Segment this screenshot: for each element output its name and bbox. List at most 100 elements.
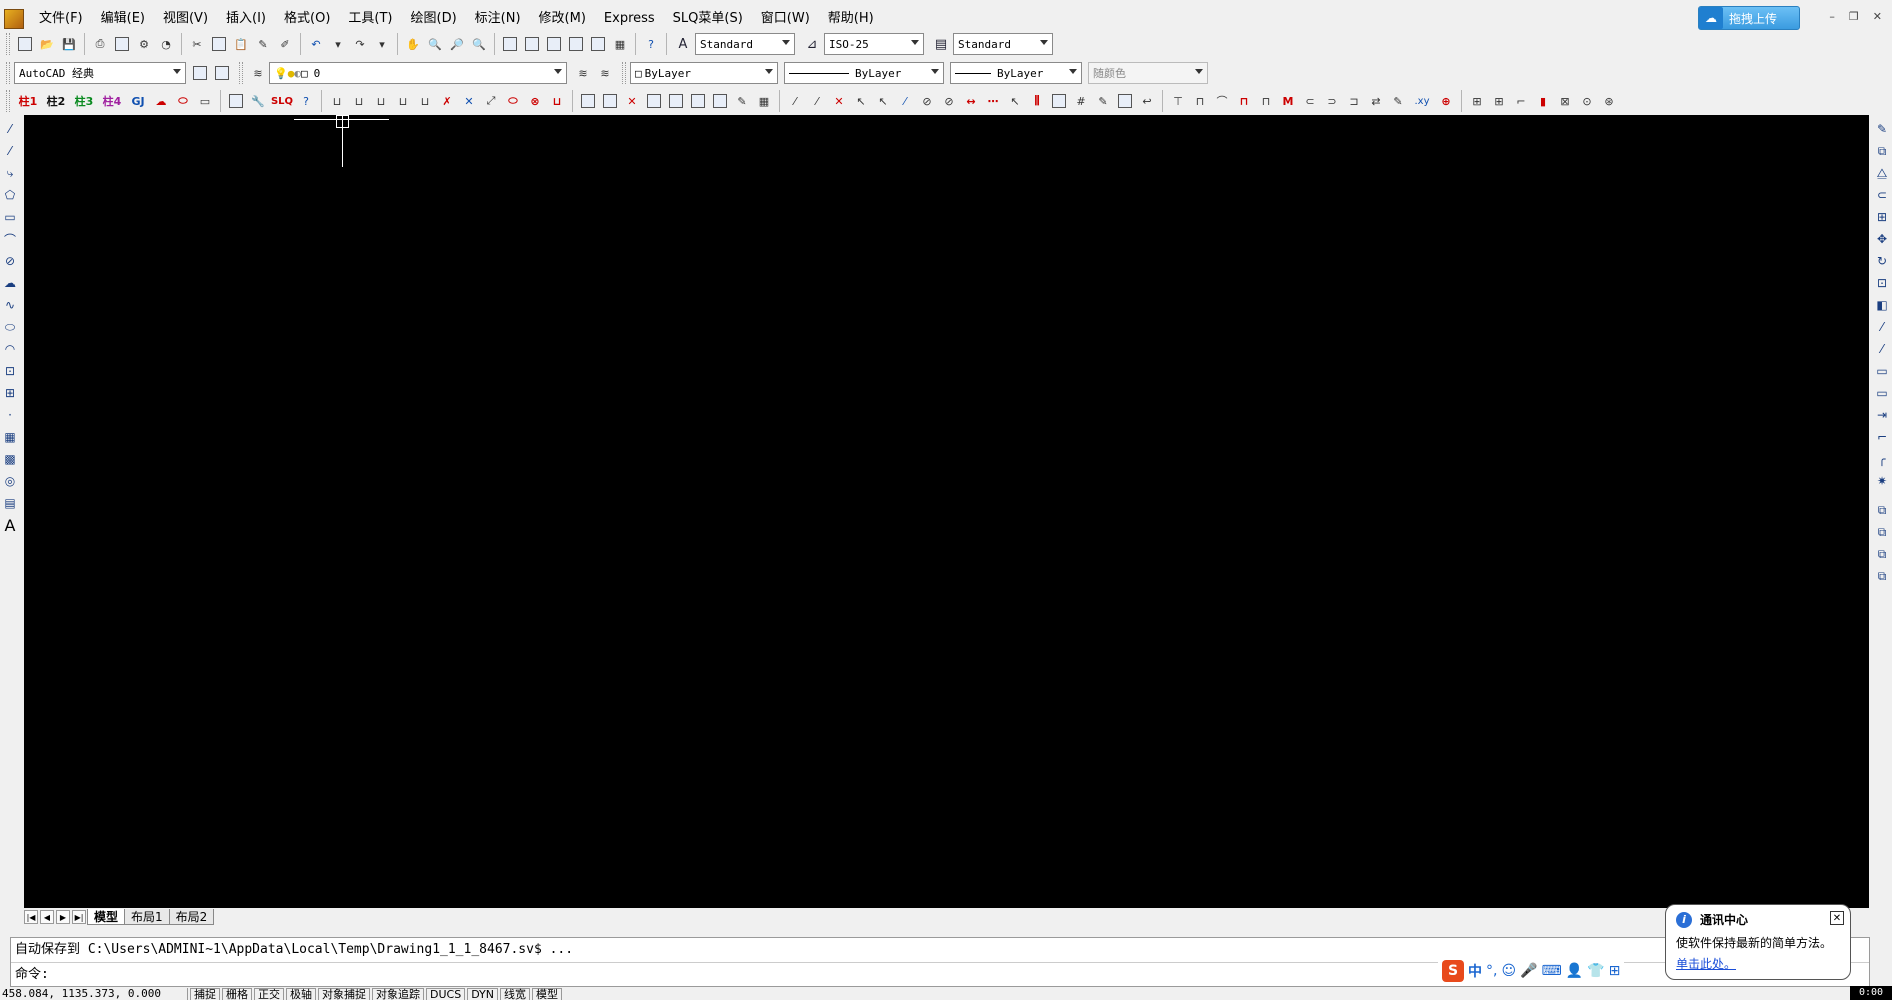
slab-tool-8-icon[interactable]: ✎ [732, 91, 752, 111]
circle-tool-2-icon[interactable]: ⊘ [939, 91, 959, 111]
polygon-icon[interactable]: ⬠ [1, 185, 19, 205]
column4-button[interactable]: 柱4 [99, 91, 125, 111]
section-tool-9-icon[interactable]: ⊐ [1344, 91, 1364, 111]
beam-tool-4-icon[interactable]: ⊔ [393, 91, 413, 111]
ellipse-arc-icon[interactable]: ◠ [1, 339, 19, 359]
lineweight-select[interactable]: ByLayer [950, 62, 1082, 84]
line-tool-3-icon[interactable]: ✕ [829, 91, 849, 111]
slab-tool-7-icon[interactable] [710, 91, 730, 111]
3d-dwf-icon[interactable]: ◔ [156, 34, 176, 54]
rect-tool-icon[interactable] [1049, 91, 1069, 111]
line-icon[interactable]: ⁄ [1, 119, 19, 139]
move-icon[interactable]: ✥ [1873, 229, 1891, 249]
zoom-window-icon[interactable]: 🔎 [447, 34, 467, 54]
save-icon[interactable]: 💾 [59, 34, 79, 54]
help-icon[interactable]: ? [641, 34, 661, 54]
extra-tool-3-icon[interactable]: ⌐ [1511, 91, 1531, 111]
publish-icon[interactable]: ⚙ [134, 34, 154, 54]
sogou-logo-icon[interactable]: S [1442, 960, 1464, 982]
grid-toggle[interactable]: 栅格 [222, 988, 252, 1000]
beam-tool-11-icon[interactable]: ⊔ [547, 91, 567, 111]
extra-tool-1-icon[interactable]: ⊞ [1467, 91, 1487, 111]
array-icon[interactable]: ⊞ [1873, 207, 1891, 227]
toolbar-grip[interactable] [6, 33, 10, 55]
zoom-realtime-icon[interactable]: 🔍 [425, 34, 445, 54]
line-tool-2-icon[interactable]: ⁄ [807, 91, 827, 111]
keyboard-icon[interactable]: ⌨ [1542, 963, 1562, 979]
new-icon[interactable] [15, 34, 35, 54]
ortho-toggle[interactable]: 正交 [254, 988, 284, 1000]
table-icon[interactable]: ▤ [1, 493, 19, 513]
text-style-select[interactable]: Standard [695, 33, 795, 55]
layer-select[interactable]: 💡 ● ◐ □ 0 [269, 62, 567, 84]
zoom-previous-icon[interactable]: 🔍 [469, 34, 489, 54]
gj-button[interactable]: GJ [127, 91, 149, 111]
circle-icon[interactable]: ⊘ [1, 251, 19, 271]
wrench-icon[interactable]: 🔧 [248, 91, 268, 111]
layer-manager-icon[interactable]: ≋ [248, 63, 268, 83]
lineweight-toggle[interactable]: 线宽 [500, 988, 531, 1000]
brush-tool-icon[interactable]: ✎ [1093, 91, 1113, 111]
design-center-icon[interactable] [522, 34, 542, 54]
beam-tool-10-icon[interactable]: ⊗ [525, 91, 545, 111]
copy-icon[interactable] [209, 34, 229, 54]
emoji-icon[interactable]: ☺ [1501, 963, 1516, 979]
line-tool-4-icon[interactable]: ⁄ [895, 91, 915, 111]
section-tool-10-icon[interactable]: ⇄ [1366, 91, 1386, 111]
workspace-select[interactable]: AutoCAD 经典 [14, 62, 186, 84]
hatch-tool-icon[interactable]: # [1071, 91, 1091, 111]
table-style-select[interactable]: Standard [953, 33, 1053, 55]
beam-tool-5-icon[interactable]: ⊔ [415, 91, 435, 111]
xy-tool-icon[interactable]: .xy [1410, 91, 1434, 111]
rotate-icon[interactable]: ↻ [1873, 251, 1891, 271]
markup-icon[interactable] [588, 34, 608, 54]
join-icon[interactable]: ⇥ [1873, 405, 1891, 425]
target-tool-icon[interactable]: ⊕ [1436, 91, 1456, 111]
color-select[interactable]: □ ByLayer [630, 62, 778, 84]
punctuation-icon[interactable]: °, [1486, 963, 1497, 979]
extra-tool-7-icon[interactable]: ⊛ [1599, 91, 1619, 111]
tab-layout1[interactable]: 布局1 [124, 909, 170, 925]
break-at-point-icon[interactable]: ▭ [1873, 361, 1891, 381]
slq-button[interactable]: SLQ [270, 91, 294, 111]
slab-tool-4-icon[interactable] [644, 91, 664, 111]
toolbar-grip[interactable] [622, 62, 626, 84]
column2-button[interactable]: 柱2 [43, 91, 69, 111]
slab-tool-6-icon[interactable] [688, 91, 708, 111]
text-box-tool-icon[interactable] [1115, 91, 1135, 111]
redo-icon[interactable]: ↷ [350, 34, 370, 54]
beam-tool-9-icon[interactable]: ⬭ [503, 91, 523, 111]
arrow-tool-icon[interactable]: ↩ [1137, 91, 1157, 111]
extra-tool-2-icon[interactable]: ⊞ [1489, 91, 1509, 111]
draw-order-3-icon[interactable]: ⧉ [1873, 544, 1891, 564]
trim-icon[interactable]: ⁄ [1873, 317, 1891, 337]
beam-tool-1-icon[interactable]: ⊔ [327, 91, 347, 111]
toolbar-grip[interactable] [239, 62, 243, 84]
grid-tool-icon[interactable] [226, 91, 246, 111]
draw-order-4-icon[interactable]: ⧉ [1873, 566, 1891, 586]
drag-upload-button[interactable]: ☁ 拖拽上传 [1698, 6, 1800, 30]
next-tab-icon[interactable]: ▶ [56, 910, 70, 924]
section-tool-6-icon[interactable]: M [1278, 91, 1298, 111]
user-icon[interactable]: 👤 [1566, 963, 1583, 979]
mirror-icon[interactable]: ⧋ [1873, 163, 1891, 183]
beam-tool-2-icon[interactable]: ⊔ [349, 91, 369, 111]
construction-line-icon[interactable]: ⁄ [1, 141, 19, 161]
toolbox-icon[interactable]: ⊞ [1609, 963, 1621, 979]
section-tool-8-icon[interactable]: ⊃ [1322, 91, 1342, 111]
column1-button[interactable]: 柱1 [15, 91, 41, 111]
calc-tool-icon[interactable]: ▦ [754, 91, 774, 111]
copy-object-icon[interactable]: ⧉ [1873, 141, 1891, 161]
extend-icon[interactable]: ⁄ [1873, 339, 1891, 359]
minimize-icon[interactable]: – [1829, 10, 1835, 23]
region-icon[interactable]: ◎ [1, 471, 19, 491]
close-icon[interactable]: ✕ [1873, 10, 1882, 23]
circle-tool-1-icon[interactable]: ⊘ [917, 91, 937, 111]
microphone-icon[interactable]: 🎤 [1520, 963, 1537, 979]
pointer-tool-2-icon[interactable]: ↖ [873, 91, 893, 111]
match-properties-icon[interactable]: ✎ [253, 34, 273, 54]
extra-tool-6-icon[interactable]: ⊙ [1577, 91, 1597, 111]
slab-tool-3-icon[interactable]: ✕ [622, 91, 642, 111]
ellipse-icon[interactable]: ⬭ [1, 317, 19, 337]
calculator-icon[interactable]: ▦ [610, 34, 630, 54]
